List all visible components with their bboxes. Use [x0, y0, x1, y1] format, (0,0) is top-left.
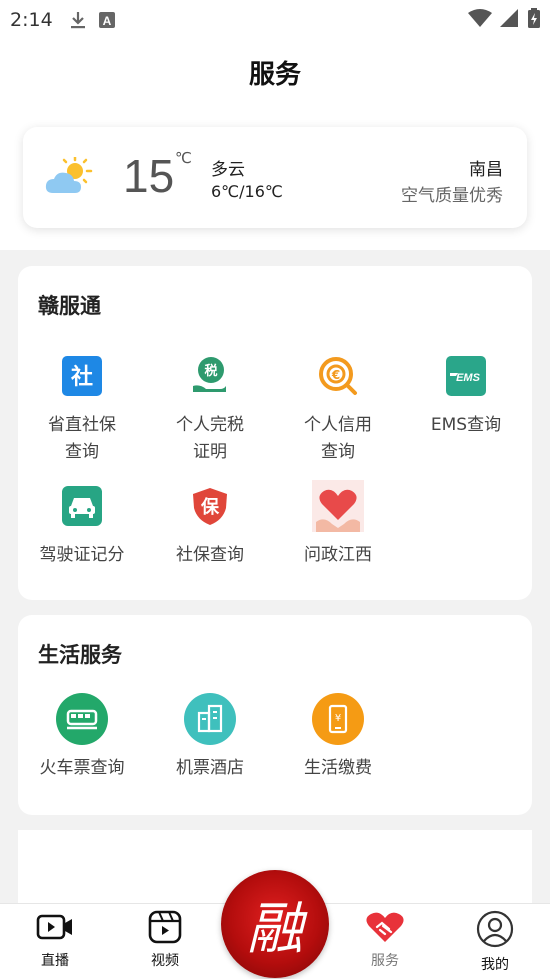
service-driver-license-points[interactable]: 驾驶证记分 [18, 480, 146, 569]
payment-icon: ¥ [312, 693, 364, 745]
svg-text:¥: ¥ [335, 713, 341, 724]
center-logo-text: 融 [247, 896, 303, 962]
svg-text:A: A [102, 14, 111, 28]
service-label: 个人完税 证明 [176, 415, 244, 462]
partly-cloudy-icon [45, 155, 93, 201]
service-ems-query[interactable]: EMS EMS查询 [402, 350, 530, 439]
status-bar: 2:14 A [0, 0, 550, 40]
svg-text:€: € [331, 368, 340, 382]
temperature-unit: ℃ [175, 149, 192, 167]
hotel-icon [184, 693, 236, 745]
svg-text:社: 社 [71, 364, 93, 390]
section-title-ganfutong: 赣服通 [38, 294, 101, 318]
train-icon [56, 693, 108, 745]
tab-label: 视频 [151, 953, 179, 969]
tab-mine[interactable]: 我的 [455, 910, 535, 974]
social-security-icon: 社 [56, 350, 108, 402]
svg-text:保: 保 [200, 496, 220, 518]
status-time: 2:14 [10, 9, 53, 31]
service-flights-hotels[interactable]: 机票酒店 [146, 693, 274, 782]
notification-a-icon: A [98, 12, 115, 28]
service-label: 个人信用 查询 [304, 415, 372, 462]
service-label: 生活缴费 [304, 758, 372, 778]
city-name: 南昌 [469, 160, 503, 180]
service-social-insurance[interactable]: 保 社保查询 [146, 480, 274, 569]
service-wenzheng-jiangxi[interactable]: 问政江西 [274, 480, 402, 569]
ganfutong-card: 赣服通 社 省直社保 查询 税 个人完税 证明 € 个人信用 查询 EMS EM… [18, 266, 532, 600]
tab-video[interactable]: 视频 [125, 910, 205, 970]
wifi-icon [468, 8, 492, 32]
battery-icon [528, 7, 540, 33]
service-label: 驾驶证记分 [39, 545, 125, 565]
center-rong-button[interactable]: 融 [221, 870, 329, 978]
service-label: 问政江西 [304, 545, 372, 565]
service-train-tickets[interactable]: 火车票查询 [18, 693, 146, 782]
ems-icon: EMS [440, 350, 492, 402]
temperature: 15 [123, 150, 175, 202]
service-personal-tax[interactable]: 税 个人完税 证明 [146, 350, 274, 466]
service-utility-payment[interactable]: ¥ 生活缴费 [274, 693, 402, 782]
svg-text:EMS: EMS [456, 372, 481, 384]
car-icon [56, 480, 108, 532]
weather-card[interactable]: 15 ℃ 多云 6℃/16℃ 南昌 空气质量优秀 [23, 127, 527, 228]
service-label: 社保查询 [176, 545, 244, 565]
page-title: 服务 [248, 60, 301, 90]
service-label: 火车票查询 [39, 758, 125, 778]
service-label: 省直社保 查询 [48, 415, 116, 462]
live-video-icon [36, 914, 72, 940]
handshake-heart-icon [366, 912, 404, 942]
video-icon [148, 910, 182, 944]
user-profile-icon [476, 910, 514, 948]
heart-hands-icon [312, 480, 364, 532]
svg-text:税: 税 [204, 363, 217, 379]
service-personal-credit[interactable]: € 个人信用 查询 [274, 350, 402, 466]
section-title-life-services: 生活服务 [38, 643, 122, 667]
insurance-shield-icon: 保 [184, 480, 236, 532]
signal-icon [500, 8, 520, 32]
tab-live[interactable]: 直播 [15, 910, 95, 970]
life-services-card: 生活服务 火车票查询 机票酒店 ¥ 生活缴费 [18, 615, 532, 815]
air-quality: 空气质量优秀 [401, 186, 503, 206]
service-label: EMS查询 [430, 415, 502, 435]
temperature-range: 6℃/16℃ [211, 182, 283, 201]
tab-label: 直播 [41, 953, 69, 969]
credit-icon: € [312, 350, 364, 402]
tab-service[interactable]: 服务 [345, 910, 425, 970]
download-icon [69, 10, 87, 30]
tab-label: 我的 [481, 957, 509, 973]
tab-label: 服务 [371, 953, 399, 969]
header: 服务 15 ℃ 多云 6℃/16℃ 南昌 空气质量优秀 [0, 40, 550, 250]
weather-condition: 多云 [211, 160, 245, 180]
tax-icon: 税 [184, 350, 236, 402]
service-provincial-social-security[interactable]: 社 省直社保 查询 [18, 350, 146, 466]
service-label: 机票酒店 [176, 758, 244, 778]
